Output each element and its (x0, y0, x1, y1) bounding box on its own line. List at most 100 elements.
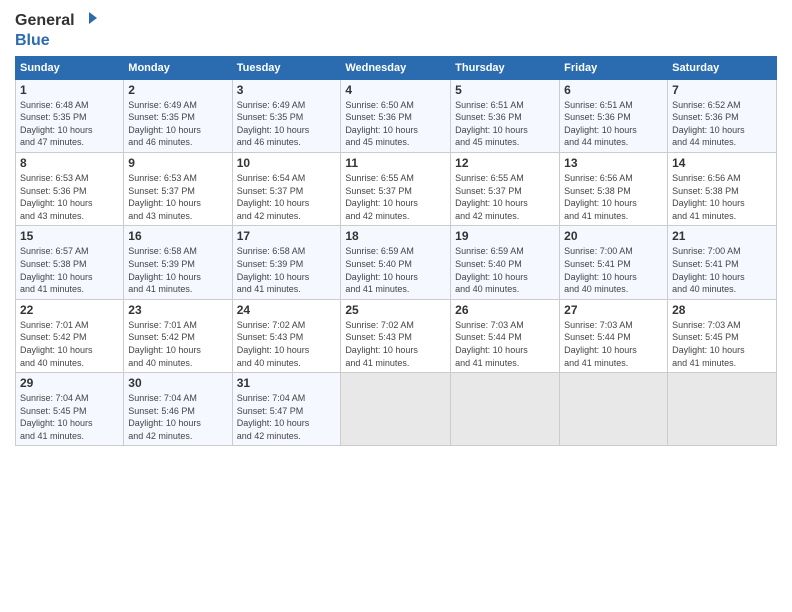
col-tuesday: Tuesday (232, 56, 341, 79)
day-number: 29 (20, 376, 119, 390)
day-info: Sunrise: 6:57 AM Sunset: 5:38 PM Dayligh… (20, 245, 119, 295)
day-number: 14 (672, 156, 772, 170)
day-number: 30 (128, 376, 227, 390)
calendar-cell: 8Sunrise: 6:53 AM Sunset: 5:36 PM Daylig… (16, 152, 124, 225)
day-info: Sunrise: 6:52 AM Sunset: 5:36 PM Dayligh… (672, 99, 772, 149)
calendar-cell: 5 Sunrise: 6:51 AM Sunset: 5:36 PM Daylig… (451, 79, 560, 152)
calendar-cell: 30 Sunrise: 7:04 AM Sunset: 5:46 PM Dayli… (124, 373, 232, 446)
calendar-cell: 31 Sunrise: 7:04 AM Sunset: 5:47 PM Dayli… (232, 373, 341, 446)
day-number: 10 (237, 156, 337, 170)
calendar-cell: 19 Sunrise: 6:59 AM Sunset: 5:40 PM Dayli… (451, 226, 560, 299)
day-info: Sunrise: 7:04 AM Sunset: 5:46 PM Dayligh… (128, 392, 227, 442)
day-number: 1 (20, 83, 119, 97)
day-info: Sunrise: 6:56 AM Sunset: 5:38 PM Dayligh… (672, 172, 772, 222)
logo-flag-icon (77, 10, 99, 32)
day-info: Sunrise: 6:58 AM Sunset: 5:39 PM Dayligh… (237, 245, 337, 295)
calendar-cell: 28 Sunrise: 7:03 AM Sunset: 5:45 PM Dayli… (668, 299, 777, 372)
day-number: 22 (20, 303, 119, 317)
day-number: 21 (672, 229, 772, 243)
calendar-cell (560, 373, 668, 446)
calendar-week-0: 1Sunrise: 6:48 AM Sunset: 5:35 PM Daylig… (16, 79, 777, 152)
calendar-cell: 14 Sunrise: 6:56 AM Sunset: 5:38 PM Dayli… (668, 152, 777, 225)
header: General Blue (15, 10, 777, 50)
calendar-cell: 26 Sunrise: 7:03 AM Sunset: 5:44 PM Dayli… (451, 299, 560, 372)
calendar-cell (341, 373, 451, 446)
calendar-cell: 10 Sunrise: 6:54 AM Sunset: 5:37 PM Dayli… (232, 152, 341, 225)
calendar-cell: 29 Sunrise: 7:04 AM Sunset: 5:45 PM Dayli… (16, 373, 124, 446)
day-number: 15 (20, 229, 119, 243)
day-info: Sunrise: 7:01 AM Sunset: 5:42 PM Dayligh… (20, 319, 119, 369)
day-info: Sunrise: 6:58 AM Sunset: 5:39 PM Dayligh… (128, 245, 227, 295)
calendar-week-2: 15 Sunrise: 6:57 AM Sunset: 5:38 PM Dayli… (16, 226, 777, 299)
col-thursday: Thursday (451, 56, 560, 79)
calendar-cell: 22 Sunrise: 7:01 AM Sunset: 5:42 PM Dayli… (16, 299, 124, 372)
day-info: Sunrise: 6:55 AM Sunset: 5:37 PM Dayligh… (455, 172, 555, 222)
calendar-cell: 2Sunrise: 6:49 AM Sunset: 5:35 PM Daylig… (124, 79, 232, 152)
calendar-cell: 4 Sunrise: 6:50 AM Sunset: 5:36 PM Daylig… (341, 79, 451, 152)
day-info: Sunrise: 6:53 AM Sunset: 5:37 PM Dayligh… (128, 172, 227, 222)
calendar-cell: 13 Sunrise: 6:56 AM Sunset: 5:38 PM Dayli… (560, 152, 668, 225)
calendar-cell: 11Sunrise: 6:55 AM Sunset: 5:37 PM Dayli… (341, 152, 451, 225)
calendar-cell: 7 Sunrise: 6:52 AM Sunset: 5:36 PM Daylig… (668, 79, 777, 152)
col-friday: Friday (560, 56, 668, 79)
day-number: 13 (564, 156, 663, 170)
day-number: 12 (455, 156, 555, 170)
day-number: 6 (564, 83, 663, 97)
calendar-week-1: 8Sunrise: 6:53 AM Sunset: 5:36 PM Daylig… (16, 152, 777, 225)
calendar-cell: 16 Sunrise: 6:58 AM Sunset: 5:39 PM Dayli… (124, 226, 232, 299)
calendar-cell (451, 373, 560, 446)
calendar-cell: 6 Sunrise: 6:51 AM Sunset: 5:36 PM Daylig… (560, 79, 668, 152)
day-number: 7 (672, 83, 772, 97)
day-info: Sunrise: 7:01 AM Sunset: 5:42 PM Dayligh… (128, 319, 227, 369)
day-number: 5 (455, 83, 555, 97)
day-info: Sunrise: 6:55 AM Sunset: 5:37 PM Dayligh… (345, 172, 446, 222)
day-info: Sunrise: 7:03 AM Sunset: 5:44 PM Dayligh… (564, 319, 663, 369)
logo: General Blue (15, 10, 99, 50)
col-monday: Monday (124, 56, 232, 79)
day-info: Sunrise: 7:03 AM Sunset: 5:45 PM Dayligh… (672, 319, 772, 369)
day-info: Sunrise: 7:04 AM Sunset: 5:45 PM Dayligh… (20, 392, 119, 442)
day-number: 17 (237, 229, 337, 243)
calendar-cell: 18Sunrise: 6:59 AM Sunset: 5:40 PM Dayli… (341, 226, 451, 299)
day-number: 28 (672, 303, 772, 317)
day-number: 20 (564, 229, 663, 243)
col-sunday: Sunday (16, 56, 124, 79)
day-number: 31 (237, 376, 337, 390)
calendar-cell: 17 Sunrise: 6:58 AM Sunset: 5:39 PM Dayli… (232, 226, 341, 299)
col-wednesday: Wednesday (341, 56, 451, 79)
day-number: 18 (345, 229, 446, 243)
day-number: 3 (237, 83, 337, 97)
day-number: 23 (128, 303, 227, 317)
calendar-cell (668, 373, 777, 446)
day-number: 26 (455, 303, 555, 317)
day-info: Sunrise: 6:50 AM Sunset: 5:36 PM Dayligh… (345, 99, 446, 149)
day-number: 27 (564, 303, 663, 317)
calendar-week-3: 22 Sunrise: 7:01 AM Sunset: 5:42 PM Dayli… (16, 299, 777, 372)
day-info: Sunrise: 6:53 AM Sunset: 5:36 PM Dayligh… (20, 172, 119, 222)
day-info: Sunrise: 7:04 AM Sunset: 5:47 PM Dayligh… (237, 392, 337, 442)
calendar-cell: 12 Sunrise: 6:55 AM Sunset: 5:37 PM Dayli… (451, 152, 560, 225)
day-info: Sunrise: 6:51 AM Sunset: 5:36 PM Dayligh… (455, 99, 555, 149)
day-number: 4 (345, 83, 446, 97)
day-info: Sunrise: 6:54 AM Sunset: 5:37 PM Dayligh… (237, 172, 337, 222)
calendar-cell: 20 Sunrise: 7:00 AM Sunset: 5:41 PM Dayli… (560, 226, 668, 299)
calendar-cell: 21Sunrise: 7:00 AM Sunset: 5:41 PM Dayli… (668, 226, 777, 299)
day-info: Sunrise: 6:56 AM Sunset: 5:38 PM Dayligh… (564, 172, 663, 222)
day-info: Sunrise: 6:51 AM Sunset: 5:36 PM Dayligh… (564, 99, 663, 149)
calendar-cell: 27 Sunrise: 7:03 AM Sunset: 5:44 PM Dayli… (560, 299, 668, 372)
day-info: Sunrise: 7:03 AM Sunset: 5:44 PM Dayligh… (455, 319, 555, 369)
day-info: Sunrise: 7:02 AM Sunset: 5:43 PM Dayligh… (345, 319, 446, 369)
day-info: Sunrise: 6:59 AM Sunset: 5:40 PM Dayligh… (455, 245, 555, 295)
day-number: 19 (455, 229, 555, 243)
calendar-page: General Blue Sunday Monday Tuesday Wedne… (0, 0, 792, 612)
calendar-cell: 23 Sunrise: 7:01 AM Sunset: 5:42 PM Dayli… (124, 299, 232, 372)
day-info: Sunrise: 7:00 AM Sunset: 5:41 PM Dayligh… (564, 245, 663, 295)
logo-general: General (15, 12, 75, 30)
logo-blue: Blue (15, 32, 50, 50)
day-number: 16 (128, 229, 227, 243)
calendar-cell: 9Sunrise: 6:53 AM Sunset: 5:37 PM Daylig… (124, 152, 232, 225)
day-info: Sunrise: 6:49 AM Sunset: 5:35 PM Dayligh… (237, 99, 337, 149)
day-info: Sunrise: 7:02 AM Sunset: 5:43 PM Dayligh… (237, 319, 337, 369)
day-number: 2 (128, 83, 227, 97)
calendar-cell: 15 Sunrise: 6:57 AM Sunset: 5:38 PM Dayli… (16, 226, 124, 299)
